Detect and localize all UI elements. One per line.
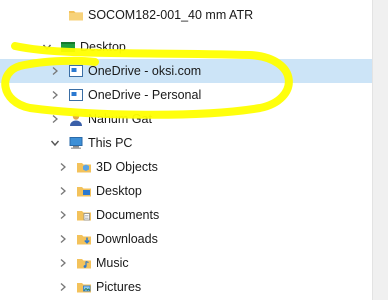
chevron-right-icon[interactable]: [58, 162, 68, 172]
tree-item-nahum-gat[interactable]: Nahum Gat: [0, 107, 372, 131]
desktop-folder-icon: [76, 183, 92, 199]
tree-item-label: Music: [96, 256, 129, 270]
tree-item-label: Desktop: [80, 40, 126, 54]
tree-item-desktop-folder[interactable]: Desktop: [0, 179, 372, 203]
tree-item-label: This PC: [88, 136, 133, 150]
chevron-right-icon[interactable]: [58, 282, 68, 292]
chevron-right-icon[interactable]: [58, 258, 68, 268]
pictures-icon: [76, 279, 92, 295]
chevron-right-icon[interactable]: [58, 210, 68, 220]
tree-item-label: OneDrive - Personal: [88, 88, 202, 102]
tree-item-label: Pictures: [96, 280, 142, 294]
tree-item-downloads[interactable]: Downloads: [0, 227, 372, 251]
tree-item-documents[interactable]: Documents: [0, 203, 372, 227]
3d-objects-icon: [76, 159, 92, 175]
tree-item-onedrive-oksi[interactable]: OneDrive - oksi.com: [0, 59, 372, 83]
folder-icon: [68, 7, 84, 23]
tree-item-label: Downloads: [96, 232, 158, 246]
chevron-right-icon[interactable]: [50, 90, 60, 100]
tree-item-this-pc[interactable]: This PC: [0, 131, 372, 155]
onedrive-icon: [68, 87, 84, 103]
tree-item-onedrive-personal[interactable]: OneDrive - Personal: [0, 83, 372, 107]
tree-item-label: SOCOM182-001_40 mm ATR: [88, 8, 254, 22]
onedrive-icon: [68, 63, 84, 79]
tree-item-label: Nahum Gat: [88, 112, 152, 126]
desktop-icon: [60, 39, 76, 55]
chevron-right-icon[interactable]: [50, 114, 60, 124]
tree-item-label: Documents: [96, 208, 160, 222]
user-icon: [68, 111, 84, 127]
tree-item-3d-objects[interactable]: 3D Objects: [0, 155, 372, 179]
documents-icon: [76, 207, 92, 223]
vertical-scrollbar[interactable]: [372, 0, 388, 300]
tree-item-label: OneDrive - oksi.com: [88, 64, 202, 78]
chevron-right-icon[interactable]: [58, 234, 68, 244]
music-icon: [76, 255, 92, 271]
chevron-down-icon[interactable]: [50, 138, 60, 148]
navigation-tree: SOCOM182-001_40 mm ATR Desktop OneDrive …: [0, 0, 372, 300]
chevron-right-icon[interactable]: [58, 186, 68, 196]
downloads-icon: [76, 231, 92, 247]
chevron-right-icon[interactable]: [50, 66, 60, 76]
tree-item-label: 3D Objects: [96, 160, 158, 174]
tree-item-pictures[interactable]: Pictures: [0, 275, 372, 299]
computer-icon: [68, 135, 84, 151]
chevron-down-icon[interactable]: [42, 42, 52, 52]
tree-item-socom-folder[interactable]: SOCOM182-001_40 mm ATR: [0, 3, 372, 27]
tree-item-desktop[interactable]: Desktop: [0, 35, 372, 59]
tree-item-label: Desktop: [96, 184, 142, 198]
tree-item-music[interactable]: Music: [0, 251, 372, 275]
